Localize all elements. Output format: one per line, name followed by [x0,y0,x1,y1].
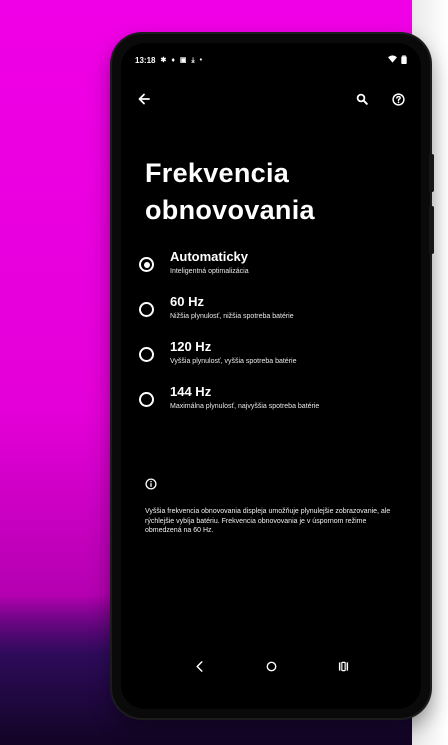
radio-unselected[interactable] [139,347,154,362]
navigation-bar [121,655,421,677]
volume-button [429,154,434,192]
app-bar [121,87,421,111]
battery-icon [401,54,407,66]
option-60hz[interactable]: 60 Hz Nižšia plynulosť, nižšia spotreba … [139,294,399,321]
option-label: Automaticky [170,249,249,264]
option-description: Inteligentná optimalizácia [170,268,249,275]
option-144hz[interactable]: 144 Hz Maximálna plynulosť, najvyššia sp… [139,384,399,411]
back-arrow-icon[interactable] [135,90,153,108]
wifi-icon [388,55,397,65]
nav-back-icon[interactable] [190,657,208,675]
search-icon[interactable] [353,90,371,108]
option-label: 144 Hz [170,384,212,399]
nav-recents-icon[interactable] [334,657,352,675]
nav-home-icon[interactable] [262,657,280,675]
phone-screen: 13:18 ✱ ♦ ▣ ⤓ • Frekvencia obnovovania A… [121,43,421,709]
radio-selected[interactable] [139,257,154,272]
option-120hz[interactable]: 120 Hz Vyššia plynulosť, vyššia spotreba… [139,339,399,366]
radio-unselected[interactable] [139,392,154,407]
radio-unselected[interactable] [139,302,154,317]
option-description: Nižšia plynulosť, nižšia spotreba batéri… [170,313,294,320]
info-icon [145,477,157,495]
option-label: 120 Hz [170,339,212,354]
phone-device: 13:18 ✱ ♦ ▣ ⤓ • Frekvencia obnovovania A… [112,34,434,718]
notification-dot-icon: • [199,56,203,64]
option-description: Maximálna plynulosť, najvyššia spotreba … [170,403,320,410]
help-icon[interactable] [389,90,407,108]
download-icon: ⤓ [191,56,195,64]
settings-gear-icon: ✱ [160,56,167,64]
option-description: Vyššia plynulosť, vyššia spotreba batéri… [170,358,297,365]
info-description: Vyššia frekvencia obnovovania displeja u… [145,508,391,534]
status-time: 13:18 [135,55,156,65]
status-bar: 13:18 ✱ ♦ ▣ ⤓ • [121,53,421,67]
fire-icon: ♦ [171,56,175,64]
option-automatic[interactable]: Automaticky Inteligentná optimalizácia [139,249,399,276]
page-title: Frekvencia obnovovania [145,158,315,225]
power-button [429,206,434,254]
gallery-icon: ▣ [179,56,187,64]
refresh-rate-options: Automaticky Inteligentná optimalizácia 6… [139,249,399,429]
option-label: 60 Hz [170,294,204,309]
